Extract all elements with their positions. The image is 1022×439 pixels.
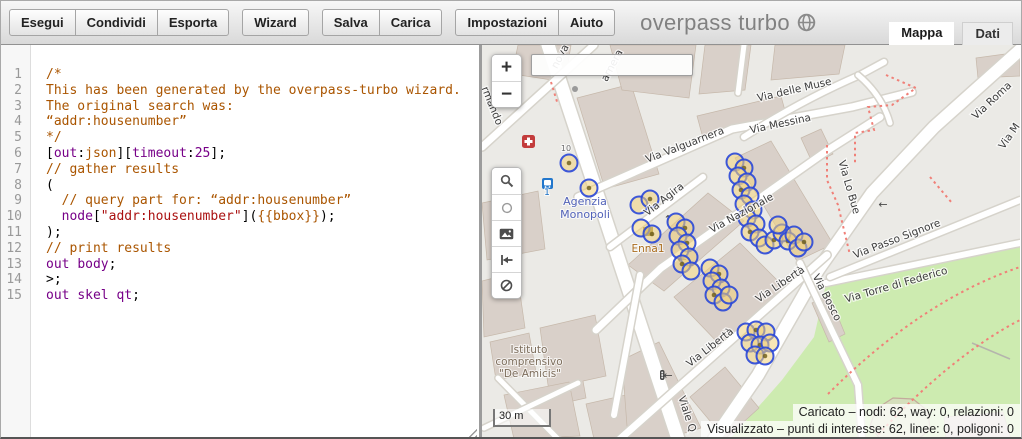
esporta-button[interactable]: Esporta (157, 9, 229, 36)
line-number: 10 (1, 209, 30, 225)
poi-marker-dot (802, 240, 807, 245)
overpass-turbo-app: EseguiCondividiEsporta Wizard SalvaCarica I… (0, 0, 1022, 439)
poi-label: Monopoli (560, 208, 610, 221)
poi-label: 1 (544, 188, 550, 198)
arrow-to-bar-icon (500, 254, 514, 266)
carica-button[interactable]: Carica (379, 9, 443, 36)
map-search-input[interactable] (532, 58, 695, 72)
status-line: Caricato – nodi: 62, way: 0, relazioni: … (793, 404, 1020, 421)
poi-marker-dot (567, 161, 572, 166)
poi-label: Agenzia (563, 195, 607, 208)
poi-label: "De Amicis" (499, 368, 561, 380)
poi-marker[interactable] (683, 263, 700, 280)
app-title: overpass turbo (640, 10, 790, 36)
aid-poi-icon (522, 135, 535, 148)
code-line: out body; (46, 257, 475, 273)
code-line: /* (46, 67, 475, 83)
poi-marker-dot (650, 232, 655, 237)
poi-marker-dot (763, 354, 768, 359)
tab-dati[interactable]: Dati (962, 22, 1013, 45)
view-tabs: Mappa Dati (889, 22, 1013, 45)
line-number-gutter: 123456789101112131415 (1, 45, 31, 439)
tab-mappa[interactable]: Mappa (889, 22, 954, 45)
code-area[interactable]: /*This has been generated by the overpas… (31, 45, 479, 439)
aiuto-button[interactable]: Aiuto (558, 9, 615, 36)
globe-icon (797, 13, 816, 32)
toolbar-button-groups: EseguiCondividiEsporta Wizard SalvaCarica I… (9, 9, 628, 36)
map-canvas[interactable]: ←←←↑Via delle MuseVia MessinaVia Valguar… (482, 45, 1020, 439)
zoom-in-button[interactable]: + (492, 55, 521, 81)
map-toolbar (491, 167, 522, 299)
code-editor[interactable]: 123456789101112131415 /*This has been ge… (1, 45, 482, 439)
export-image-button[interactable] (492, 220, 521, 246)
cancel-icon (500, 279, 513, 292)
magnifier-icon (500, 174, 514, 188)
poi-label: Istituto (511, 344, 548, 356)
locate-button[interactable] (492, 194, 521, 220)
line-number: 3 (1, 99, 30, 115)
wizard-button[interactable]: Wizard (242, 9, 309, 36)
poi-marker[interactable] (770, 217, 787, 234)
code-line: out skel qt; (46, 288, 475, 304)
condividi-button[interactable]: Condividi (75, 9, 158, 36)
map-search-box (531, 54, 693, 76)
zoom-out-button[interactable]: − (492, 81, 521, 107)
collapse-panel-button[interactable] (492, 246, 521, 272)
oneway-arrow: ← (878, 198, 887, 211)
poi-label: Enna1 (631, 243, 664, 255)
line-number: 13 (1, 257, 30, 273)
main-split: 123456789101112131415 /*This has been ge… (1, 45, 1021, 439)
toolbar-group: EseguiCondividiEsporta (9, 9, 229, 36)
line-number: 2 (1, 83, 30, 99)
impostazioni-button[interactable]: Impostazioni (455, 9, 558, 36)
fountain-dot-icon (572, 86, 578, 92)
line-number: 15 (1, 288, 30, 304)
top-toolbar: EseguiCondividiEsporta Wizard SalvaCarica I… (1, 1, 1021, 45)
line-number: 4 (1, 114, 30, 130)
line-number: 9 (1, 193, 30, 209)
code-line: [out:json][timeout:25]; (46, 146, 475, 162)
search-location-button[interactable] (492, 168, 521, 194)
image-icon (499, 228, 514, 240)
code-line: The original search was: (46, 99, 475, 115)
line-number: 1 (1, 67, 30, 83)
code-line: node["addr:housenumber"]({{bbox}}); (46, 209, 475, 225)
code-line: // print results (46, 241, 475, 257)
building (771, 45, 845, 80)
line-number: 7 (1, 162, 30, 178)
app-logo: overpass turbo (640, 10, 816, 36)
poi-marker[interactable] (721, 287, 738, 304)
status-messages: Caricato – nodi: 62, way: 0, relazioni: … (701, 404, 1020, 437)
toolbar-group: Wizard (242, 9, 309, 36)
code-line: This has been generated by the overpass-… (46, 83, 475, 99)
toolbar-group: ImpostazioniAiuto (455, 9, 615, 36)
map-scale: 30 m (493, 409, 551, 427)
line-number: 6 (1, 146, 30, 162)
poi-label: comprensivo (495, 356, 562, 368)
line-number: 11 (1, 225, 30, 241)
map-panel[interactable]: ←←←↑Via delle MuseVia MessinaVia Valguar… (482, 45, 1020, 439)
toolbar-group: SalvaCarica (322, 9, 443, 36)
line-number: 8 (1, 178, 30, 194)
line-number: 5 (1, 130, 30, 146)
oneway-arrow: ← (663, 369, 672, 382)
esegui-button[interactable]: Esegui (9, 9, 76, 36)
code-line: “addr:housenumber” (46, 114, 475, 130)
code-line: ); (46, 225, 475, 241)
abort-button[interactable] (492, 272, 521, 298)
salva-button[interactable]: Salva (322, 9, 380, 36)
code-line: */ (46, 130, 475, 146)
code-line: ( (46, 178, 475, 194)
poi-label: 10 (561, 144, 571, 153)
circle-icon (501, 202, 513, 214)
poi-marker-dot (587, 186, 592, 191)
zoom-control: + − (491, 54, 522, 108)
line-number: 12 (1, 241, 30, 257)
status-line: Visualizzato – punti di interesse: 62, l… (701, 421, 1020, 438)
line-number: 14 (1, 272, 30, 288)
code-line: >; (46, 272, 475, 288)
code-line: // gather results (46, 162, 475, 178)
code-line: // query part for: “addr:housenumber” (46, 193, 475, 209)
